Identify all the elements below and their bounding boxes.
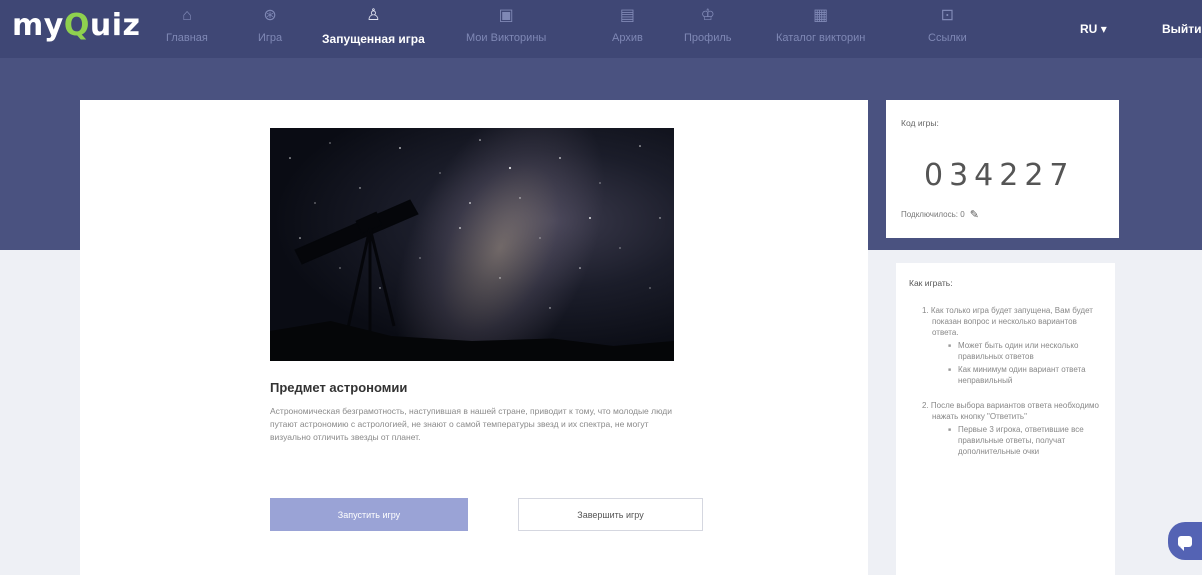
top-navbar: myQuiz ⌂ Главная ⊛ Игра ♙ Запущенная игр… [0,0,1202,58]
caret-down-icon: ▾ [1100,22,1107,36]
profile-icon: ♔ [700,7,715,24]
list-item: Первые 3 игрока, ответившие все правильн… [948,424,1102,457]
nav-item-my-quizzes[interactable]: ▣ Мои Викторины [466,6,546,54]
subscribers-row: Подключилось: 0 ✎ [901,208,979,221]
game-code-value: 034227 [924,158,1075,193]
logo[interactable]: myQuiz [12,8,140,43]
quiz-list-icon: ▣ [498,7,514,24]
game-code-label: Код игры: [901,118,939,128]
list-item: 1. Как только игра будет запущена, Вам б… [922,305,1102,386]
chat-button[interactable] [1168,522,1202,560]
list-item: Может быть один или несколько правильных… [948,340,1102,362]
archive-icon: ▤ [619,7,635,24]
quiz-description: Астрономическая безграмотность, наступив… [270,406,673,442]
catalog-icon: ▦ [813,7,829,24]
gamepad-icon: ⊛ [263,7,277,24]
pencil-icon[interactable]: ✎ [970,208,979,221]
subscribers-label: Подключилось: 0 [901,210,965,219]
nav-item-catalog[interactable]: ▦ Каталог викторин [776,6,865,54]
home-icon: ⌂ [182,7,192,24]
nav-item-profile[interactable]: ♔ Профиль [684,6,732,54]
chat-bubble-icon [1178,535,1192,551]
logout-link[interactable]: Выйти [1162,22,1202,36]
how-to-play-title: Как играть: [909,278,953,288]
quiz-title: Предмет астрономии [270,380,408,395]
game-code-card: Код игры: 034227 Подключилось: 0 ✎ [886,100,1119,238]
start-game-button[interactable]: Запустить игру [270,498,468,531]
language-dropdown[interactable]: RU ▾ [1080,22,1107,36]
nav-item-archive[interactable]: ▤ Архив [612,6,643,54]
nav-item-running-game[interactable]: ♙ Запущенная игра [322,6,425,54]
nav-item-links[interactable]: ⊡ Ссылки [928,6,967,54]
how-to-play-steps: 1. Как только игра будет запущена, Вам б… [922,305,1102,471]
how-to-play-card: Как играть: 1. Как только игра будет зап… [896,263,1115,575]
list-item: 2. После выбора вариантов ответа необход… [922,400,1102,457]
quiz-image-telescope [270,128,674,361]
quiz-card: Предмет астрономии Астрономическая безгр… [80,100,868,575]
finish-game-button[interactable]: Завершить игру [518,498,703,531]
nav-item-game[interactable]: ⊛ Игра [258,6,282,54]
nav-item-home[interactable]: ⌂ Главная [166,6,208,54]
links-icon: ⊡ [940,7,955,24]
list-item: Как минимум один вариант ответа неправил… [948,364,1102,386]
running-game-icon: ♙ [366,7,381,24]
